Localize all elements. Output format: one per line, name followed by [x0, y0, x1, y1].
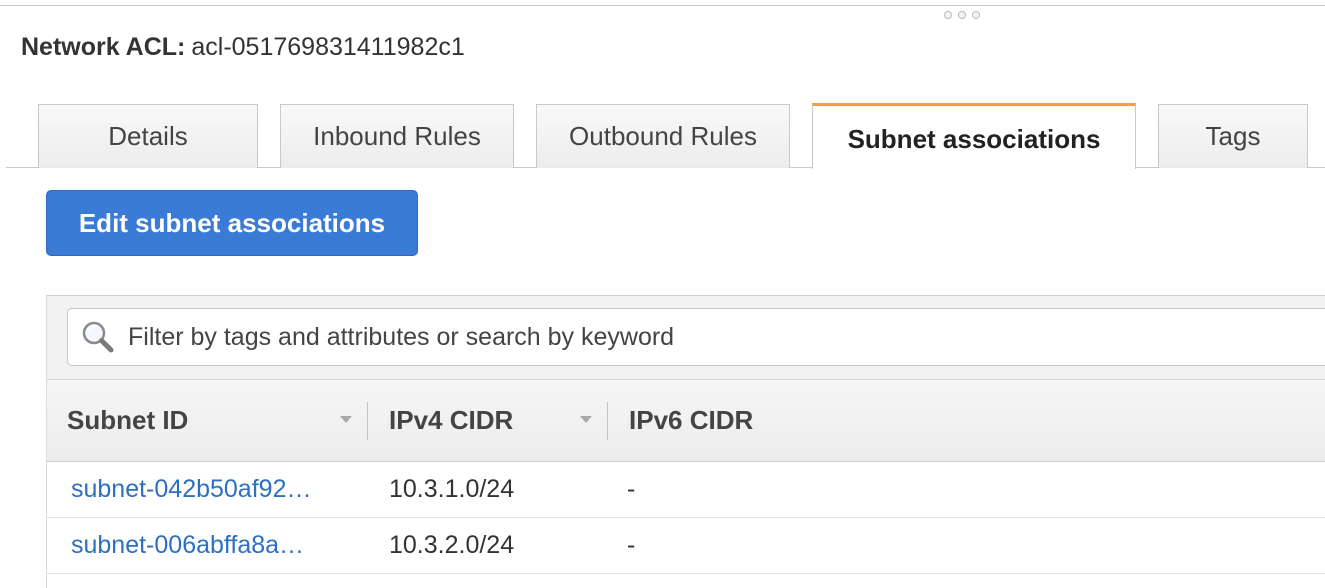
sort-caret-icon[interactable]	[340, 416, 352, 423]
subnet-id-link[interactable]: subnet-006abffa8a…	[71, 531, 304, 560]
page-title: Network ACL: acl-051769831411982c1	[21, 31, 465, 63]
search-box[interactable]	[67, 308, 1325, 366]
tab-subnet-associations[interactable]: Subnet associations	[812, 103, 1136, 169]
ipv4-cidr-cell: 10.3.2.0/24	[389, 531, 515, 559]
table-row[interactable]: subnet-006abffa8a… 10.3.2.0/24 -	[47, 518, 1325, 574]
tab-outbound-rules[interactable]: Outbound Rules	[536, 104, 790, 168]
page-title-label: Network ACL:	[21, 33, 186, 61]
sort-caret-icon[interactable]	[580, 416, 592, 423]
subnet-id-cell: subnet-006abffa8a…	[71, 518, 361, 573]
tab-details[interactable]: Details	[38, 104, 258, 168]
ipv6-cidr-cell: -	[627, 531, 636, 559]
acl-id: acl-051769831411982c1	[191, 33, 465, 61]
subnet-id-cell: subnet-042b50af92…	[71, 462, 361, 517]
column-divider[interactable]	[607, 402, 608, 440]
filter-bar	[47, 296, 1325, 380]
network-acl-panel: Network ACL: acl-051769831411982c1 Detail…	[0, 0, 1325, 588]
subnet-table-panel: Subnet ID IPv4 CIDR IPv6 CIDR subnet-042…	[46, 295, 1325, 588]
column-header-ipv4-cidr[interactable]: IPv4 CIDR	[389, 380, 609, 461]
ipv6-cidr-cell: -	[627, 475, 636, 503]
column-header-subnet-id[interactable]: Subnet ID	[67, 380, 367, 461]
edit-subnet-associations-button[interactable]: Edit subnet associations	[46, 190, 418, 256]
search-input[interactable]	[126, 316, 1230, 358]
ipv4-cidr-cell: 10.3.1.0/24	[389, 475, 515, 503]
tab-inbound-rules[interactable]: Inbound Rules	[280, 104, 514, 168]
panel-top-divider	[0, 5, 1325, 6]
drag-dot-icon	[944, 11, 952, 19]
subnet-id-link[interactable]: subnet-042b50af92…	[71, 475, 311, 504]
drag-dot-icon	[958, 11, 966, 19]
tab-tags[interactable]: Tags	[1158, 104, 1308, 168]
column-divider[interactable]	[367, 402, 368, 440]
drag-dot-icon	[972, 11, 980, 19]
resize-handle[interactable]	[944, 11, 980, 19]
column-header-ipv6-cidr: IPv6 CIDR	[629, 405, 754, 435]
table-header: Subnet ID IPv4 CIDR IPv6 CIDR	[47, 380, 1325, 462]
search-icon	[78, 317, 118, 357]
table-row[interactable]: subnet-042b50af92… 10.3.1.0/24 -	[47, 462, 1325, 518]
